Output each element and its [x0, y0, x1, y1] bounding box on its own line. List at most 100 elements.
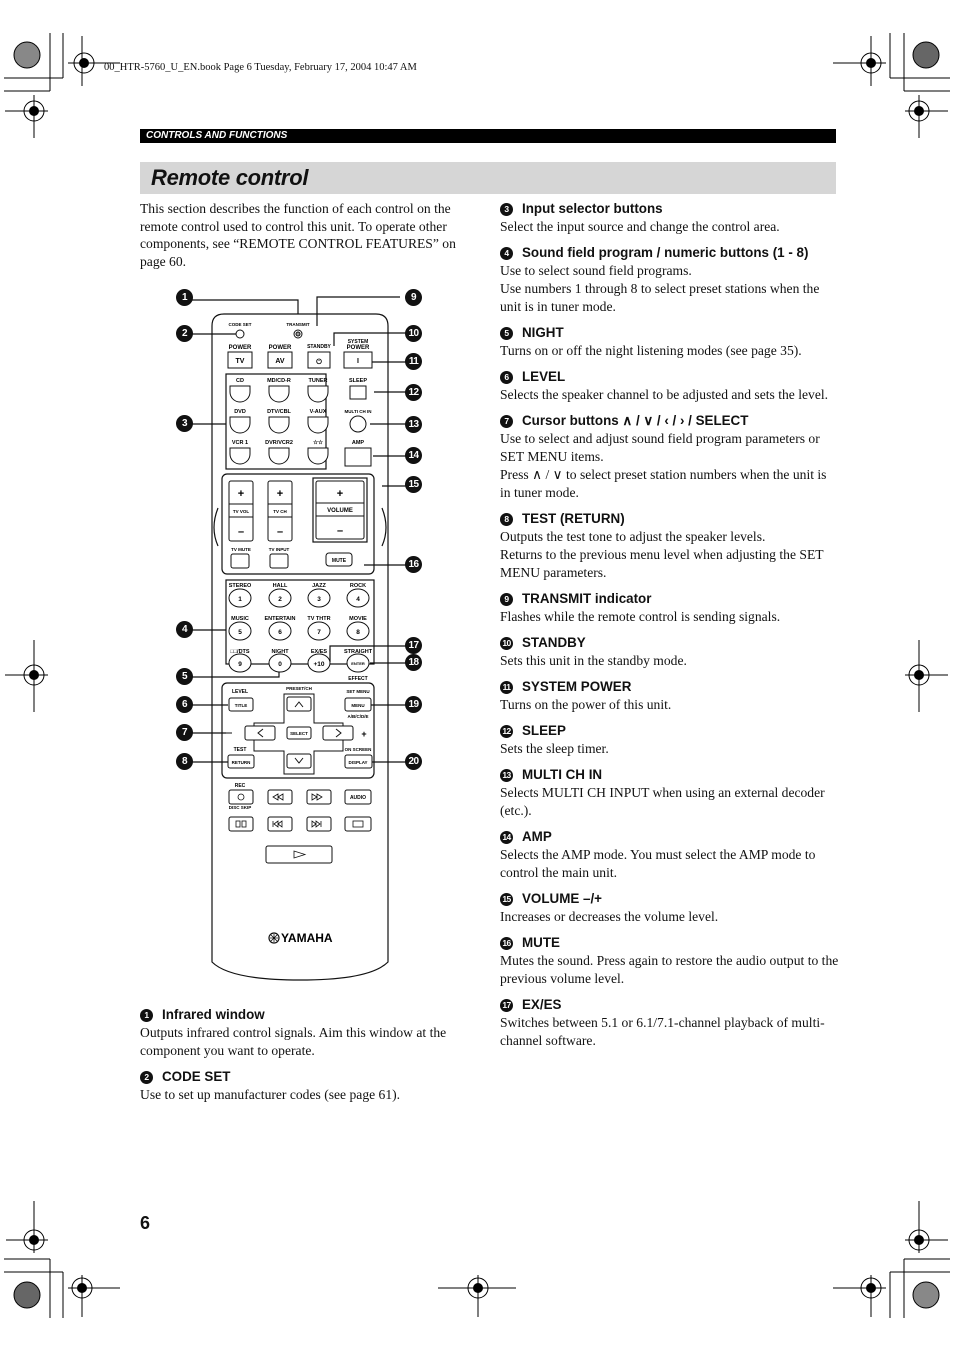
- cursor-up-button[interactable]: [286, 696, 312, 712]
- program-num: 9: [238, 661, 242, 668]
- program-num: 5: [238, 629, 242, 636]
- item-title: CODE SET: [162, 1069, 231, 1084]
- program-num: 1: [238, 596, 242, 603]
- item-title: LEVEL: [522, 369, 566, 384]
- abcde-label: A/B/C/D/E: [347, 714, 368, 719]
- item-number: 1: [140, 1008, 153, 1022]
- item-title: TEST (RETURN): [522, 511, 625, 526]
- item-title: Infrared window: [162, 1007, 265, 1022]
- item-text: Returns to the previous menu level when …: [500, 547, 824, 580]
- item-title: SYSTEM POWER: [522, 679, 632, 694]
- select-text: SELECT: [290, 731, 308, 736]
- description-item: 1 Infrared window Outputs infrared contro…: [140, 1006, 480, 1060]
- stop-button[interactable]: [344, 816, 372, 832]
- program-label: HALL: [273, 583, 288, 589]
- audio-text: AUDIO: [350, 795, 366, 801]
- power-tv-label: POWER: [229, 345, 252, 351]
- description-item: 6 LEVEL Selects the speaker channel to be …: [500, 368, 840, 404]
- item-text: Use to set up manufacturer codes (see pa…: [140, 1087, 401, 1102]
- item-text: Mutes the sound. Press again to restore …: [500, 953, 839, 986]
- callout-2: 2: [176, 325, 193, 342]
- callout-6: 6: [176, 696, 193, 713]
- input-dvd-button[interactable]: [229, 416, 251, 434]
- input-star-button[interactable]: [307, 447, 329, 465]
- description-item: 5 NIGHT Turns on or off the night listenin…: [500, 324, 840, 360]
- callout-17: 17: [405, 637, 422, 654]
- item-title: TRANSMIT indicator: [522, 591, 652, 606]
- callout-9: 9: [405, 289, 422, 306]
- callout-10: 10: [405, 325, 422, 342]
- program-num: 2: [278, 596, 282, 603]
- volume-label: VOLUME: [327, 508, 353, 514]
- item-text: Select the input source and change the c…: [500, 219, 780, 234]
- item-title: SLEEP: [522, 723, 566, 738]
- item-text: Turns on or off the night listening mode…: [500, 343, 802, 358]
- cursor-left-button[interactable]: [244, 725, 276, 741]
- item-title: VOLUME –/+: [522, 891, 602, 906]
- skip-forward-button[interactable]: [306, 816, 332, 832]
- description-item: 11 SYSTEM POWER Turns on the power of this…: [500, 678, 840, 714]
- cursor-right-button[interactable]: [322, 725, 354, 741]
- pause-button[interactable]: [228, 816, 254, 832]
- return-text: RETURN: [232, 760, 251, 765]
- system-power-label: POWER: [347, 345, 370, 351]
- callout-14: 14: [405, 447, 422, 464]
- input-label: MD/CD-R: [267, 378, 291, 384]
- program-num: 6: [278, 629, 282, 636]
- fast-forward-button[interactable]: [306, 789, 332, 805]
- program-num: +10: [313, 661, 324, 668]
- item-number: 15: [500, 892, 513, 906]
- item-title: NIGHT: [522, 325, 564, 340]
- yamaha-logo: YAMAHA: [268, 931, 333, 945]
- remote-diagram: CODE SET TRANSMIT POWER POWER STANDBY SY…: [184, 296, 410, 981]
- rewind-button[interactable]: [267, 789, 293, 805]
- program-label: ENTERTAIN: [264, 616, 295, 622]
- input-tuner-button[interactable]: [307, 385, 329, 403]
- tv-mute-button[interactable]: [230, 553, 250, 569]
- ir-window-right: [381, 507, 387, 547]
- skip-back-button[interactable]: [267, 816, 293, 832]
- disc-skip-label: DISC SKIP: [229, 805, 252, 810]
- input-cd-button[interactable]: [229, 385, 251, 403]
- rec-button[interactable]: [228, 789, 254, 805]
- description-item: 3 Input selector buttons Select the input …: [500, 200, 840, 236]
- program-label: TV THTR: [307, 616, 330, 622]
- tv-vol-label: TV VOL: [233, 509, 250, 514]
- title-bar: Remote control: [140, 162, 836, 194]
- item-number: 4: [500, 246, 513, 260]
- description-item: 17 EX/ES Switches between 5.1 or 6.1/7.1-c…: [500, 996, 840, 1050]
- standby-icon: ⏻: [316, 358, 322, 366]
- item-number: 13: [500, 768, 513, 782]
- test-label: TEST: [234, 747, 247, 753]
- item-number: 10: [500, 636, 513, 650]
- cursor-down-button[interactable]: [286, 753, 312, 769]
- play-button[interactable]: [265, 845, 333, 864]
- description-item: 9 TRANSMIT indicator Flashes while the rem…: [500, 590, 840, 626]
- item-text: Use to select sound field programs.: [500, 263, 692, 278]
- tv-input-button[interactable]: [269, 553, 289, 569]
- multi-ch-in-button[interactable]: [349, 415, 367, 433]
- input-vaux-button[interactable]: [307, 416, 329, 434]
- color-target-icon: [912, 1281, 940, 1309]
- item-title: AMP: [522, 829, 552, 844]
- page-number: 6: [140, 1213, 151, 1233]
- program-num: 8: [356, 629, 360, 636]
- title-text: TITLE: [235, 703, 248, 708]
- input-vcr1-button[interactable]: [229, 447, 251, 465]
- sleep-button[interactable]: [349, 385, 367, 400]
- item-text: Selects the speaker channel to be adjust…: [500, 387, 829, 402]
- program-label: STEREO: [229, 583, 252, 589]
- callout-7: 7: [176, 724, 193, 741]
- volume-minus: –: [337, 525, 343, 537]
- callout-5: 5: [176, 668, 193, 685]
- item-text: Use numbers 1 through 8 to select preset…: [500, 281, 820, 314]
- description-item: 4 Sound field program / numeric buttons (…: [500, 244, 840, 316]
- input-label: TUNER: [309, 378, 328, 384]
- input-dvrvcr2-button[interactable]: [268, 447, 290, 465]
- input-mdcdr-button[interactable]: [268, 385, 290, 403]
- amp-button[interactable]: [344, 447, 372, 467]
- ir-window-left: [213, 507, 219, 547]
- color-target-icon: [912, 41, 940, 69]
- input-dtvcbl-button[interactable]: [268, 416, 290, 434]
- program-num: 7: [317, 629, 321, 636]
